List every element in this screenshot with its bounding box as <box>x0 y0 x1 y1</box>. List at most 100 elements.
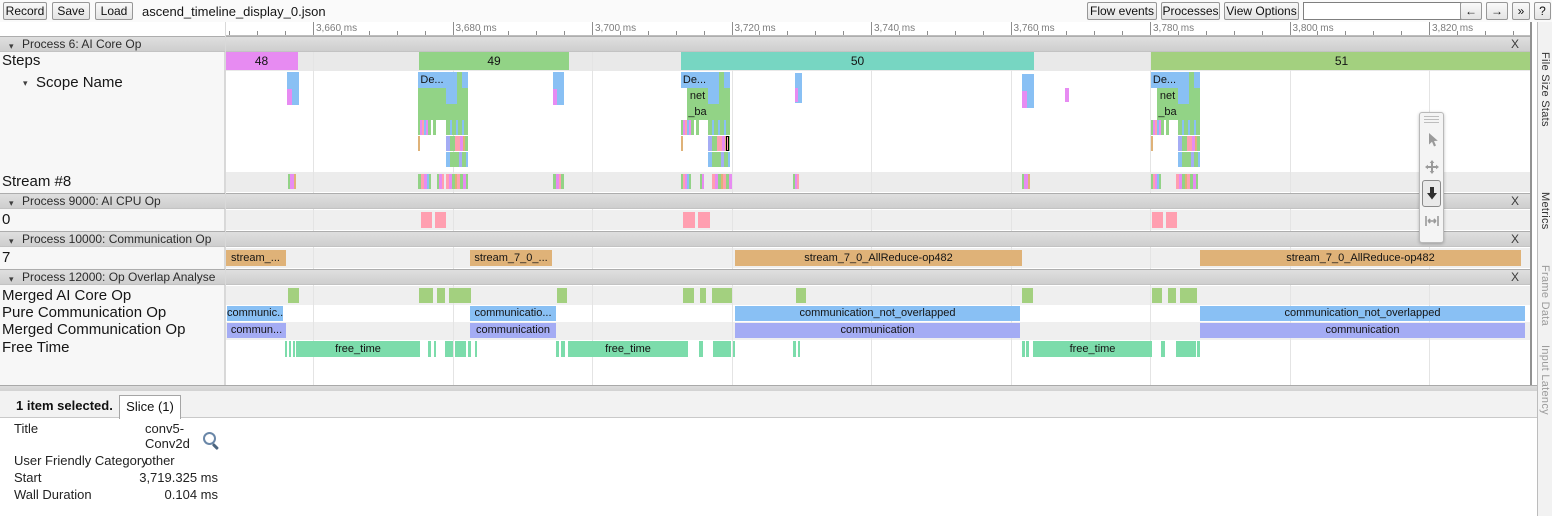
trace-slice[interactable] <box>1194 88 1200 120</box>
trace-slice[interactable] <box>428 120 431 135</box>
trace-slice[interactable] <box>724 88 730 120</box>
merged-comm-slice[interactable]: communication <box>735 323 1020 338</box>
collapse-triangle-icon[interactable]: ▾ <box>9 196 14 210</box>
tab-slice[interactable]: Slice (1) <box>119 395 181 419</box>
trace-slice[interactable] <box>1178 72 1189 104</box>
merged-ai-core-slice[interactable] <box>437 288 445 303</box>
free-time-slice[interactable]: free_time <box>296 341 420 357</box>
trace-slice[interactable] <box>287 89 292 105</box>
trace-slice[interactable] <box>691 120 694 135</box>
trace-slice[interactable] <box>1194 72 1200 88</box>
trace-slice[interactable] <box>718 120 720 135</box>
merged-ai-core-slice[interactable] <box>712 288 732 303</box>
free-time-slice[interactable] <box>561 341 565 357</box>
trace-slice[interactable] <box>553 89 557 105</box>
trace-slice[interactable] <box>1161 120 1164 135</box>
free-time-slice[interactable] <box>1161 341 1165 357</box>
help-button[interactable]: ? <box>1534 2 1551 20</box>
side-tab-metrics[interactable]: Metrics <box>1539 192 1551 230</box>
view-options-button[interactable]: View Options <box>1224 2 1299 20</box>
free-time-slice[interactable] <box>293 341 295 357</box>
trace-slice[interactable] <box>797 174 799 189</box>
collapse-triangle-icon[interactable]: ▾ <box>9 39 14 53</box>
trace-slice[interactable] <box>724 72 730 88</box>
trace-slice[interactable] <box>1166 120 1169 135</box>
free-time-slice[interactable]: free_time <box>568 341 688 357</box>
merged-ai-core-slice[interactable] <box>419 288 433 303</box>
trace-slice[interactable] <box>1159 174 1161 189</box>
timing-tool-button[interactable] <box>1422 207 1441 234</box>
free-time-slice[interactable] <box>699 341 703 357</box>
free-time-slice[interactable] <box>1022 341 1025 357</box>
record-button[interactable]: Record <box>3 2 47 20</box>
find-title-magnifier-icon[interactable] <box>203 432 216 445</box>
trace-slice[interactable] <box>726 136 729 151</box>
trace-slice[interactable] <box>728 152 730 167</box>
trace-slice[interactable] <box>724 120 726 135</box>
comm-op-slice[interactable]: stream_7_0_... <box>470 250 552 266</box>
process-header[interactable]: Process 9000: AI CPU Op▾X <box>0 193 1532 209</box>
trace-slice[interactable] <box>442 174 444 189</box>
trace-slice[interactable] <box>1194 120 1196 135</box>
free-time-slice[interactable] <box>455 341 466 357</box>
trace-slice[interactable] <box>712 152 721 167</box>
trace-slice[interactable] <box>1028 174 1030 189</box>
trace-slice[interactable] <box>450 120 452 135</box>
trace-slice[interactable] <box>696 120 699 135</box>
trace-slice[interactable]: De... <box>418 72 446 88</box>
free-time-slice[interactable] <box>468 341 471 357</box>
pure-comm-slice[interactable]: communication_not_overlapped <box>735 306 1020 321</box>
step-slice[interactable]: 50 <box>681 52 1034 70</box>
pure-comm-slice[interactable]: communic... <box>227 306 283 321</box>
free-time-slice[interactable] <box>793 341 796 357</box>
trace-slice[interactable] <box>446 72 457 104</box>
trace-slice[interactable] <box>1197 136 1200 151</box>
trace-slice[interactable] <box>795 88 798 102</box>
comm-op-slice[interactable]: stream_... <box>225 250 286 266</box>
merged-comm-slice[interactable]: commun... <box>227 323 286 338</box>
trace-slice[interactable] <box>681 136 683 151</box>
zoom-tool-button[interactable] <box>1422 180 1441 207</box>
trace-slice[interactable] <box>689 174 691 189</box>
free-time-slice[interactable] <box>1176 341 1196 357</box>
close-process-button[interactable]: X <box>1511 37 1519 51</box>
pure-comm-slice[interactable]: communicatio... <box>470 306 556 321</box>
free-time-slice[interactable] <box>289 341 291 357</box>
trace-slice[interactable]: _ba <box>687 104 708 120</box>
search-input[interactable] <box>1303 2 1463 20</box>
trace-slice[interactable] <box>1022 91 1027 108</box>
step-slice[interactable]: 51 <box>1151 52 1532 70</box>
collapse-triangle-icon[interactable]: ▾ <box>9 234 14 248</box>
merged-ai-core-slice[interactable] <box>557 288 567 303</box>
merged-ai-core-slice[interactable] <box>1152 288 1162 303</box>
trace-slice[interactable] <box>462 72 468 88</box>
free-time-slice[interactable] <box>445 341 453 357</box>
more-options-button[interactable]: » <box>1512 2 1530 20</box>
merged-ai-core-slice[interactable] <box>1022 288 1033 303</box>
load-button[interactable]: Load <box>95 2 133 20</box>
trace-slice[interactable] <box>712 120 714 135</box>
trace-slice[interactable] <box>561 174 564 189</box>
trace-slice[interactable] <box>465 136 468 151</box>
trace-slice[interactable] <box>1196 174 1198 189</box>
pure-comm-slice[interactable]: communication_not_overlapped <box>1200 306 1525 321</box>
trace-slice[interactable] <box>418 136 420 151</box>
processes-button[interactable]: Processes <box>1161 2 1220 20</box>
free-time-slice[interactable] <box>713 341 731 357</box>
step-slice[interactable]: 48 <box>225 52 298 70</box>
save-button[interactable]: Save <box>52 2 90 20</box>
trace-slice[interactable]: net <box>687 88 708 104</box>
collapse-triangle-icon[interactable]: ▾ <box>9 272 14 286</box>
merged-ai-core-slice[interactable] <box>449 288 471 303</box>
free-time-slice[interactable] <box>733 341 735 357</box>
ai-cpu-slice[interactable] <box>421 212 432 228</box>
side-tab-input-latency[interactable]: Input Latency <box>1539 345 1551 415</box>
merged-ai-core-slice[interactable] <box>288 288 299 303</box>
trace-slice[interactable] <box>466 152 468 167</box>
ai-cpu-slice[interactable] <box>1152 212 1163 228</box>
ai-cpu-slice[interactable] <box>698 212 710 228</box>
trace-slice[interactable] <box>433 120 436 135</box>
find-previous-button[interactable]: ← <box>1460 2 1482 20</box>
merged-comm-slice[interactable]: communication <box>470 323 556 338</box>
trace-slice[interactable] <box>1182 152 1191 167</box>
